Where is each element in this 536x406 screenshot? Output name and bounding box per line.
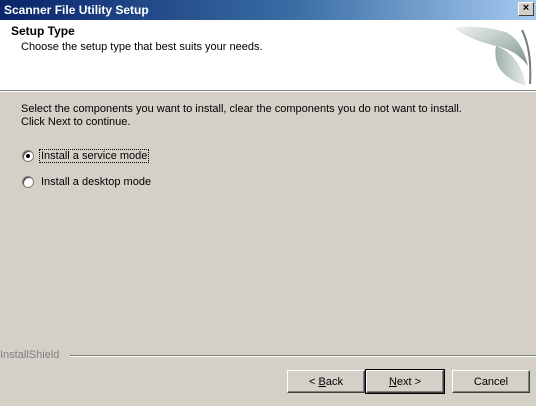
header-divider: [0, 90, 536, 92]
next-button[interactable]: Next >: [365, 369, 445, 394]
footer-divider: [70, 355, 536, 357]
back-accel: B: [318, 375, 326, 388]
window-title: Scanner File Utility Setup: [4, 3, 149, 17]
radio-selected-icon[interactable]: [22, 150, 34, 162]
next-accel: N: [388, 375, 397, 388]
option-service-mode[interactable]: Install a service mode: [22, 148, 150, 164]
page-title: Setup Type: [11, 24, 75, 38]
installshield-brand: InstallShield: [0, 349, 60, 361]
option-label[interactable]: Install a service mode: [38, 149, 150, 163]
instruction-line-2: Click Next to continue.: [21, 116, 131, 128]
header-panel: Setup Type Choose the setup type that be…: [0, 20, 536, 90]
close-button[interactable]: ×: [518, 2, 534, 16]
cancel-button[interactable]: Cancel: [452, 370, 530, 393]
instructions-text: Select the components you want to instal…: [21, 103, 521, 129]
installer-graphic-icon: [454, 26, 532, 86]
radio-unselected-icon[interactable]: [22, 176, 34, 188]
back-button[interactable]: < Back: [287, 370, 365, 393]
next-rest: ext >: [396, 375, 422, 388]
instruction-line-1: Select the components you want to instal…: [21, 103, 462, 115]
back-prefix: <: [309, 375, 319, 388]
title-bar[interactable]: Scanner File Utility Setup ×: [0, 0, 536, 20]
close-icon: ×: [522, 2, 530, 14]
option-desktop-mode[interactable]: Install a desktop mode: [22, 174, 152, 190]
option-label[interactable]: Install a desktop mode: [40, 176, 152, 188]
setup-dialog: Scanner File Utility Setup × Setup Type …: [0, 0, 536, 406]
page-subtitle: Choose the setup type that best suits yo…: [21, 41, 263, 53]
back-rest: ack: [325, 375, 343, 388]
